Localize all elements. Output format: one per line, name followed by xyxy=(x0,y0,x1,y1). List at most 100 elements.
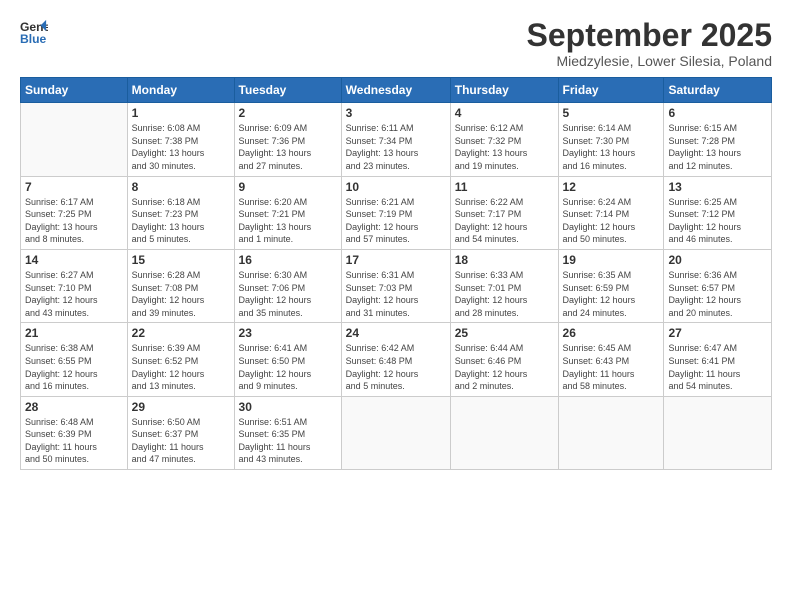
week-row-3: 14 Sunrise: 6:27 AM Sunset: 7:10 PM Dayli… xyxy=(21,249,772,322)
week-row-4: 21Sunrise: 6:38 AM Sunset: 6:55 PM Dayli… xyxy=(21,323,772,396)
day-number-29: 29 xyxy=(132,400,230,414)
cell-w5-d4 xyxy=(341,396,450,469)
day-number-7: 7 xyxy=(25,180,123,194)
day-info-7: Sunrise: 6:17 AM Sunset: 7:25 PM Dayligh… xyxy=(25,196,123,246)
day-number-9: 9 xyxy=(239,180,337,194)
cell-w5-d2: 29 Sunrise: 6:50 AM Sunset: 6:37 PM Dayli… xyxy=(127,396,234,469)
week-row-1: 1 Sunrise: 6:08 AM Sunset: 7:38 PM Daylig… xyxy=(21,103,772,176)
day-info-4: Sunrise: 6:12 AM Sunset: 7:32 PM Dayligh… xyxy=(455,122,554,172)
cell-w4-d2: 22 Sunrise: 6:39 AM Sunset: 6:52 PM Dayli… xyxy=(127,323,234,396)
day-info-22: Sunrise: 6:39 AM Sunset: 6:52 PM Dayligh… xyxy=(132,342,230,392)
day-number-22: 22 xyxy=(132,326,230,340)
day-number-1: 1 xyxy=(132,106,230,120)
cell-w5-d5 xyxy=(450,396,558,469)
cell-w3-d2: 15 Sunrise: 6:28 AM Sunset: 7:08 PM Dayli… xyxy=(127,249,234,322)
day-info-15: Sunrise: 6:28 AM Sunset: 7:08 PM Dayligh… xyxy=(132,269,230,319)
day-info-2: Sunrise: 6:09 AM Sunset: 7:36 PM Dayligh… xyxy=(239,122,337,172)
day-info-11: Sunrise: 6:22 AM Sunset: 7:17 PM Dayligh… xyxy=(455,196,554,246)
day-info-23: Sunrise: 6:41 AM Sunset: 6:50 PM Dayligh… xyxy=(239,342,337,392)
day-info-1: Sunrise: 6:08 AM Sunset: 7:38 PM Dayligh… xyxy=(132,122,230,172)
day-number-25: 25 xyxy=(455,326,554,340)
col-tuesday: Tuesday xyxy=(234,78,341,103)
cell-w2-d6: 12 Sunrise: 6:24 AM Sunset: 7:14 PM Dayli… xyxy=(558,176,664,249)
day-info-9: Sunrise: 6:20 AM Sunset: 7:21 PM Dayligh… xyxy=(239,196,337,246)
day-number-5: 5 xyxy=(563,106,660,120)
day-number-26: 26 xyxy=(563,326,660,340)
cell-w3-d5: 18 Sunrise: 6:33 AM Sunset: 7:01 PM Dayli… xyxy=(450,249,558,322)
cell-w2-d4: 10 Sunrise: 6:21 AM Sunset: 7:19 PM Dayli… xyxy=(341,176,450,249)
week-row-2: 7 Sunrise: 6:17 AM Sunset: 7:25 PM Daylig… xyxy=(21,176,772,249)
col-thursday: Thursday xyxy=(450,78,558,103)
col-sunday: Sunday xyxy=(21,78,128,103)
day-info-25: Sunrise: 6:44 AM Sunset: 6:46 PM Dayligh… xyxy=(455,342,554,392)
cell-w4-d7: 27Sunrise: 6:47 AM Sunset: 6:41 PM Dayli… xyxy=(664,323,772,396)
day-number-11: 11 xyxy=(455,180,554,194)
header: General Blue September 2025 Miedzylesie,… xyxy=(20,18,772,69)
day-info-17: Sunrise: 6:31 AM Sunset: 7:03 PM Dayligh… xyxy=(346,269,446,319)
month-title: September 2025 xyxy=(527,18,772,53)
cell-w2-d3: 9 Sunrise: 6:20 AM Sunset: 7:21 PM Daylig… xyxy=(234,176,341,249)
header-row: Sunday Monday Tuesday Wednesday Thursday… xyxy=(21,78,772,103)
day-info-18: Sunrise: 6:33 AM Sunset: 7:01 PM Dayligh… xyxy=(455,269,554,319)
cell-w3-d7: 20Sunrise: 6:36 AM Sunset: 6:57 PM Dayli… xyxy=(664,249,772,322)
day-number-4: 4 xyxy=(455,106,554,120)
day-number-12: 12 xyxy=(563,180,660,194)
logo-icon: General Blue xyxy=(20,18,48,46)
cell-w1-d7: 6 Sunrise: 6:15 AM Sunset: 7:28 PM Daylig… xyxy=(664,103,772,176)
day-info-3: Sunrise: 6:11 AM Sunset: 7:34 PM Dayligh… xyxy=(346,122,446,172)
day-info-29: Sunrise: 6:50 AM Sunset: 6:37 PM Dayligh… xyxy=(132,416,230,466)
day-info-14: Sunrise: 6:27 AM Sunset: 7:10 PM Dayligh… xyxy=(25,269,123,319)
day-number-16: 16 xyxy=(239,253,337,267)
day-number-17: 17 xyxy=(346,253,446,267)
cell-w5-d6 xyxy=(558,396,664,469)
day-number-13: 13 xyxy=(668,180,767,194)
day-info-30: Sunrise: 6:51 AM Sunset: 6:35 PM Dayligh… xyxy=(239,416,337,466)
cell-w1-d1 xyxy=(21,103,128,176)
col-friday: Friday xyxy=(558,78,664,103)
day-info-6: Sunrise: 6:15 AM Sunset: 7:28 PM Dayligh… xyxy=(668,122,767,172)
day-info-10: Sunrise: 6:21 AM Sunset: 7:19 PM Dayligh… xyxy=(346,196,446,246)
cell-w1-d3: 2 Sunrise: 6:09 AM Sunset: 7:36 PM Daylig… xyxy=(234,103,341,176)
title-block: September 2025 Miedzylesie, Lower Silesi… xyxy=(527,18,772,69)
day-number-19: 19 xyxy=(563,253,660,267)
day-info-5: Sunrise: 6:14 AM Sunset: 7:30 PM Dayligh… xyxy=(563,122,660,172)
day-info-12: Sunrise: 6:24 AM Sunset: 7:14 PM Dayligh… xyxy=(563,196,660,246)
day-number-24: 24 xyxy=(346,326,446,340)
day-info-20: Sunrise: 6:36 AM Sunset: 6:57 PM Dayligh… xyxy=(668,269,767,319)
logo: General Blue xyxy=(20,18,48,46)
day-info-13: Sunrise: 6:25 AM Sunset: 7:12 PM Dayligh… xyxy=(668,196,767,246)
day-info-28: Sunrise: 6:48 AM Sunset: 6:39 PM Dayligh… xyxy=(25,416,123,466)
cell-w4-d5: 25 Sunrise: 6:44 AM Sunset: 6:46 PM Dayli… xyxy=(450,323,558,396)
cell-w2-d5: 11 Sunrise: 6:22 AM Sunset: 7:17 PM Dayli… xyxy=(450,176,558,249)
cell-w2-d2: 8 Sunrise: 6:18 AM Sunset: 7:23 PM Daylig… xyxy=(127,176,234,249)
page: General Blue September 2025 Miedzylesie,… xyxy=(0,0,792,612)
calendar-table: Sunday Monday Tuesday Wednesday Thursday… xyxy=(20,77,772,470)
cell-w5-d1: 28Sunrise: 6:48 AM Sunset: 6:39 PM Dayli… xyxy=(21,396,128,469)
col-monday: Monday xyxy=(127,78,234,103)
cell-w1-d4: 3Sunrise: 6:11 AM Sunset: 7:34 PM Daylig… xyxy=(341,103,450,176)
day-number-2: 2 xyxy=(239,106,337,120)
day-number-8: 8 xyxy=(132,180,230,194)
cell-w1-d2: 1 Sunrise: 6:08 AM Sunset: 7:38 PM Daylig… xyxy=(127,103,234,176)
cell-w3-d6: 19Sunrise: 6:35 AM Sunset: 6:59 PM Dayli… xyxy=(558,249,664,322)
cell-w1-d6: 5 Sunrise: 6:14 AM Sunset: 7:30 PM Daylig… xyxy=(558,103,664,176)
day-number-6: 6 xyxy=(668,106,767,120)
day-number-14: 14 xyxy=(25,253,123,267)
cell-w4-d3: 23Sunrise: 6:41 AM Sunset: 6:50 PM Dayli… xyxy=(234,323,341,396)
day-number-21: 21 xyxy=(25,326,123,340)
cell-w5-d7 xyxy=(664,396,772,469)
day-number-18: 18 xyxy=(455,253,554,267)
cell-w2-d1: 7 Sunrise: 6:17 AM Sunset: 7:25 PM Daylig… xyxy=(21,176,128,249)
subtitle: Miedzylesie, Lower Silesia, Poland xyxy=(527,53,772,69)
day-number-10: 10 xyxy=(346,180,446,194)
day-number-15: 15 xyxy=(132,253,230,267)
day-info-8: Sunrise: 6:18 AM Sunset: 7:23 PM Dayligh… xyxy=(132,196,230,246)
week-row-5: 28Sunrise: 6:48 AM Sunset: 6:39 PM Dayli… xyxy=(21,396,772,469)
day-info-16: Sunrise: 6:30 AM Sunset: 7:06 PM Dayligh… xyxy=(239,269,337,319)
day-info-24: Sunrise: 6:42 AM Sunset: 6:48 PM Dayligh… xyxy=(346,342,446,392)
day-number-27: 27 xyxy=(668,326,767,340)
cell-w3-d4: 17 Sunrise: 6:31 AM Sunset: 7:03 PM Dayli… xyxy=(341,249,450,322)
cell-w4-d4: 24 Sunrise: 6:42 AM Sunset: 6:48 PM Dayli… xyxy=(341,323,450,396)
day-number-30: 30 xyxy=(239,400,337,414)
cell-w2-d7: 13 Sunrise: 6:25 AM Sunset: 7:12 PM Dayli… xyxy=(664,176,772,249)
